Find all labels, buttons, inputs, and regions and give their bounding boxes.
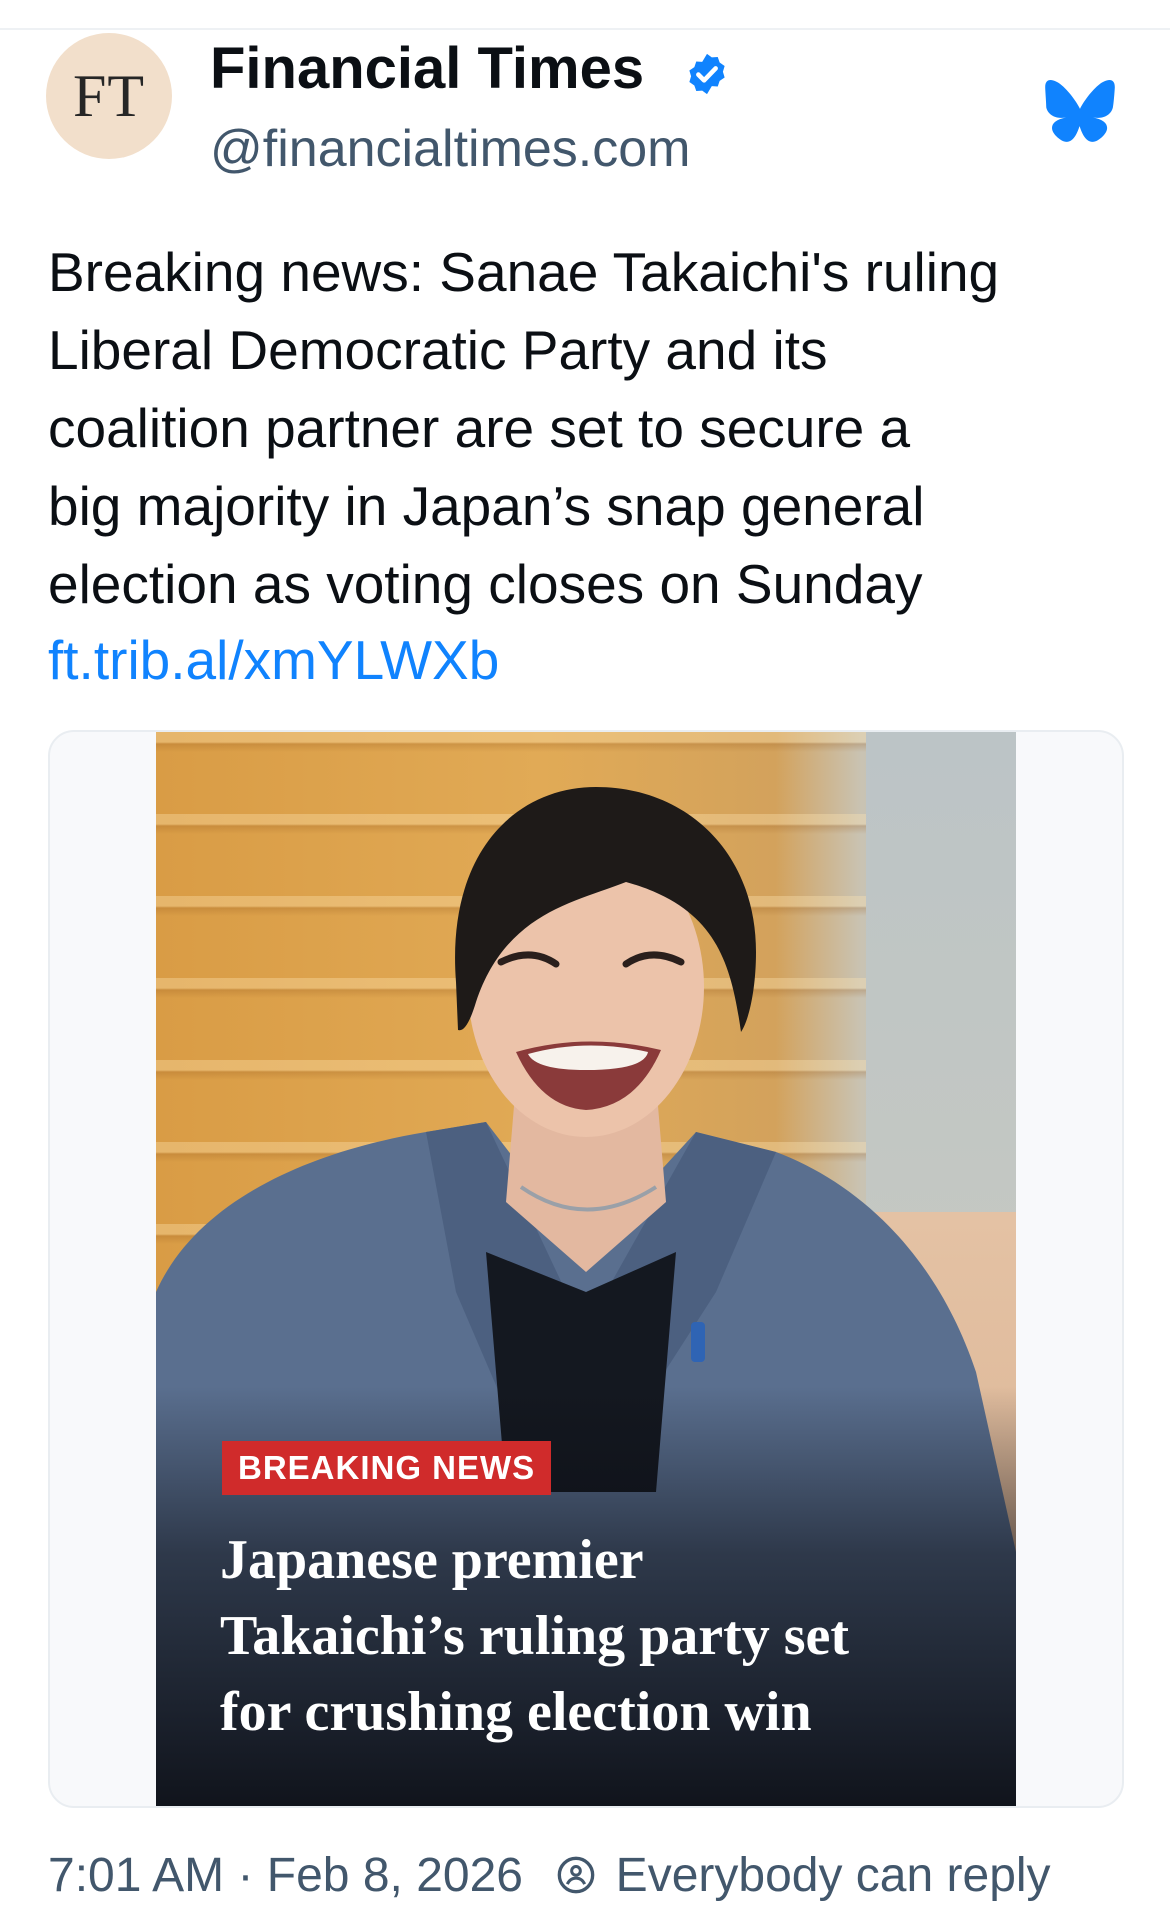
breaking-news-badge: BREAKING NEWS [222,1441,552,1495]
headline-line: Japanese premier [220,1529,644,1591]
reply-settings-icon [557,1856,595,1894]
embedded-image-card[interactable]: BREAKING NEWS Japanese premier Takaichi’… [48,730,1124,1808]
headline-line: for crushing election win [220,1681,812,1743]
post-text-line: big majority in Japan’s snap general [48,475,925,537]
post-text-line: Breaking news: Sanae Takaichi's ruling [48,241,1000,303]
verified-badge-icon [689,53,725,95]
reply-setting-label[interactable]: Everybody can reply [616,1849,1051,1902]
post-meta: 7:01 AM · Feb 8, 2026 Everybody can repl… [48,1852,1051,1900]
author-avatar[interactable]: FT [46,33,172,159]
article-headline: Japanese premier Takaichi’s ruling party… [220,1522,980,1750]
headline-line: Takaichi’s ruling party set [220,1605,850,1667]
post-link[interactable]: ft.trib.al/xmYLWXb [48,628,499,692]
post-text-line: coalition partner are set to secure a [48,397,911,459]
post-text-line: Liberal Democratic Party and its [48,319,828,381]
author-handle[interactable]: @financialtimes.com [210,123,691,175]
post-time[interactable]: 7:01 AM [48,1849,224,1902]
post-text-line: election as voting closes on Sunday [48,553,923,615]
author-display-name[interactable]: Financial Times [210,40,644,98]
meta-separator: · [237,1849,254,1902]
bluesky-butterfly-icon[interactable] [1045,80,1115,142]
avatar-text: FT [72,62,146,129]
post-text: Breaking news: Sanae Takaichi's ruling L… [48,233,1138,623]
post-date[interactable]: Feb 8, 2026 [267,1849,523,1902]
top-divider [0,28,1170,30]
news-photo[interactable]: BREAKING NEWS Japanese premier Takaichi’… [156,732,1016,1806]
